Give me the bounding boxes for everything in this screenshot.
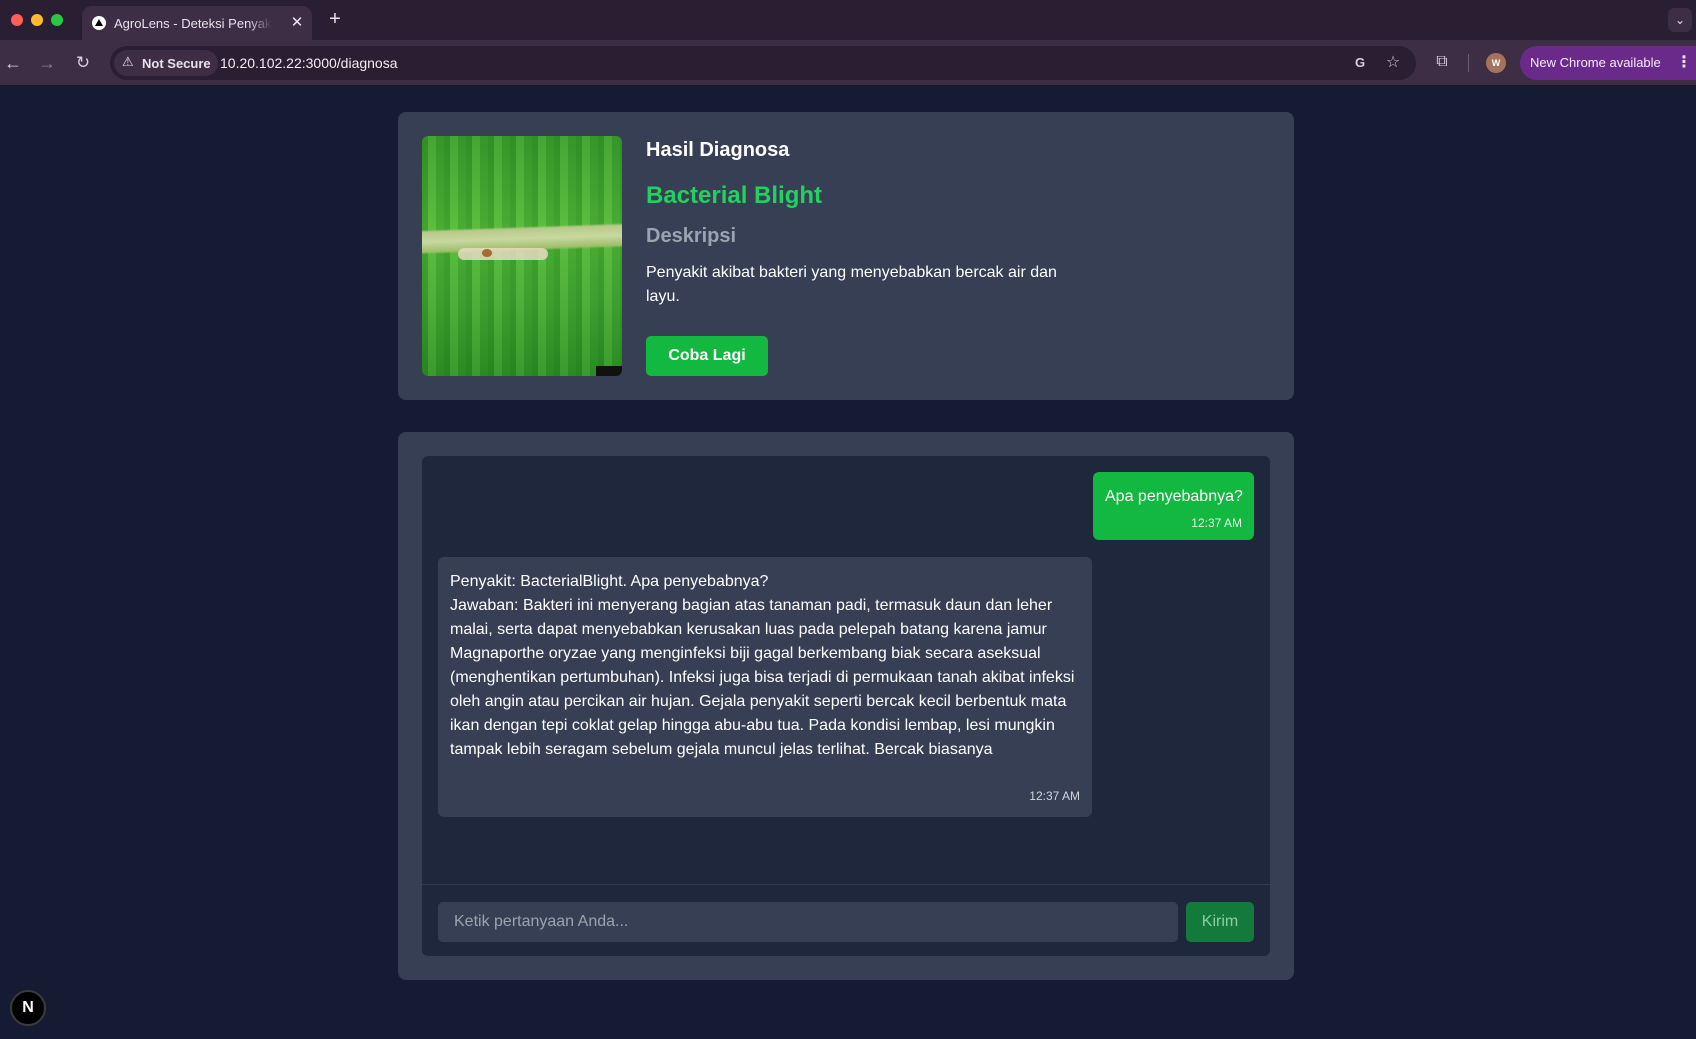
chrome-update-button[interactable]: New Chrome available ⋮ xyxy=(1520,46,1696,80)
profile-avatar[interactable]: W xyxy=(1486,53,1506,73)
translate-icon[interactable]: G xyxy=(1350,53,1370,73)
tab-close-icon[interactable]: ✕ xyxy=(288,14,306,32)
message-time: 12:37 AM xyxy=(1191,516,1242,530)
favicon-icon xyxy=(92,16,106,30)
puzzle-icon[interactable]: ⧉ xyxy=(1432,52,1452,72)
window-close-button[interactable] xyxy=(11,14,23,26)
window-minimize-button[interactable] xyxy=(31,14,43,26)
kebab-icon[interactable]: ⋮ xyxy=(1676,53,1692,73)
retry-button[interactable]: Coba Lagi xyxy=(646,336,768,376)
message-time: 12:37 AM xyxy=(1029,789,1080,803)
browser-toolbar: ← → ↻ ⚠ Not Secure 10.20.102.22:3000/dia… xyxy=(0,40,1696,86)
leaf-lesion xyxy=(458,248,548,260)
browser-tab-strip: AgroLens - Deteksi Penyakit Tanaman ✕ + … xyxy=(0,0,1696,40)
security-label: Not Secure xyxy=(142,56,211,71)
message-text: Penyakit: BacterialBlight. Apa penyebabn… xyxy=(450,573,1075,758)
chat-input-bar: Kirim xyxy=(422,884,1270,956)
warning-icon: ⚠ xyxy=(122,54,134,69)
result-heading: Hasil Diagnosa xyxy=(646,139,790,161)
star-icon[interactable]: ☆ xyxy=(1383,53,1403,73)
message-list[interactable]: Apa penyebabnya? 12:37 AM Penyakit: Bact… xyxy=(422,456,1270,884)
toolbar-divider xyxy=(1468,54,1469,72)
reload-icon[interactable]: ↻ xyxy=(72,52,94,74)
tab-list-button[interactable]: ⌄ xyxy=(1668,8,1692,32)
security-indicator[interactable]: ⚠ Not Secure xyxy=(114,50,218,76)
leaf-photo xyxy=(422,136,622,376)
url-text[interactable]: 10.20.102.22:3000/diagnosa xyxy=(220,55,398,71)
chat-card: Apa penyebabnya? 12:37 AM Penyakit: Bact… xyxy=(398,432,1294,980)
browser-tab-active[interactable]: AgroLens - Deteksi Penyakit Tanaman ✕ xyxy=(82,6,312,40)
description-text: Penyakit akibat bakteri yang menyebabkan… xyxy=(646,264,1057,305)
user-message: Apa penyebabnya? 12:37 AM xyxy=(1093,472,1254,540)
diagnosis-result-card: Hasil Diagnosa Bacterial Blight Deskrips… xyxy=(398,112,1294,400)
disease-name: Bacterial Blight xyxy=(646,182,823,209)
message-text: Apa penyebabnya? xyxy=(1105,488,1243,505)
forward-arrow-icon[interactable]: → xyxy=(36,52,58,74)
bot-message: Penyakit: BacterialBlight. Apa penyebabn… xyxy=(438,557,1092,817)
nextjs-dev-badge[interactable]: N xyxy=(10,990,46,1026)
chat-panel: Apa penyebabnya? 12:37 AM Penyakit: Bact… xyxy=(422,456,1270,956)
question-input[interactable] xyxy=(438,902,1178,942)
leaf-spot xyxy=(482,249,492,257)
window-maximize-button[interactable] xyxy=(51,14,63,26)
photo-watermark xyxy=(596,366,622,376)
tab-title: AgroLens - Deteksi Penyakit Tanaman xyxy=(114,16,272,31)
send-button[interactable]: Kirim xyxy=(1186,902,1254,942)
description-heading: Deskripsi xyxy=(646,225,737,247)
back-arrow-icon[interactable]: ← xyxy=(2,52,24,74)
new-tab-button[interactable]: + xyxy=(324,8,346,30)
update-label: New Chrome available xyxy=(1530,55,1661,70)
address-bar[interactable]: ⚠ Not Secure 10.20.102.22:3000/diagnosa … xyxy=(110,46,1416,80)
